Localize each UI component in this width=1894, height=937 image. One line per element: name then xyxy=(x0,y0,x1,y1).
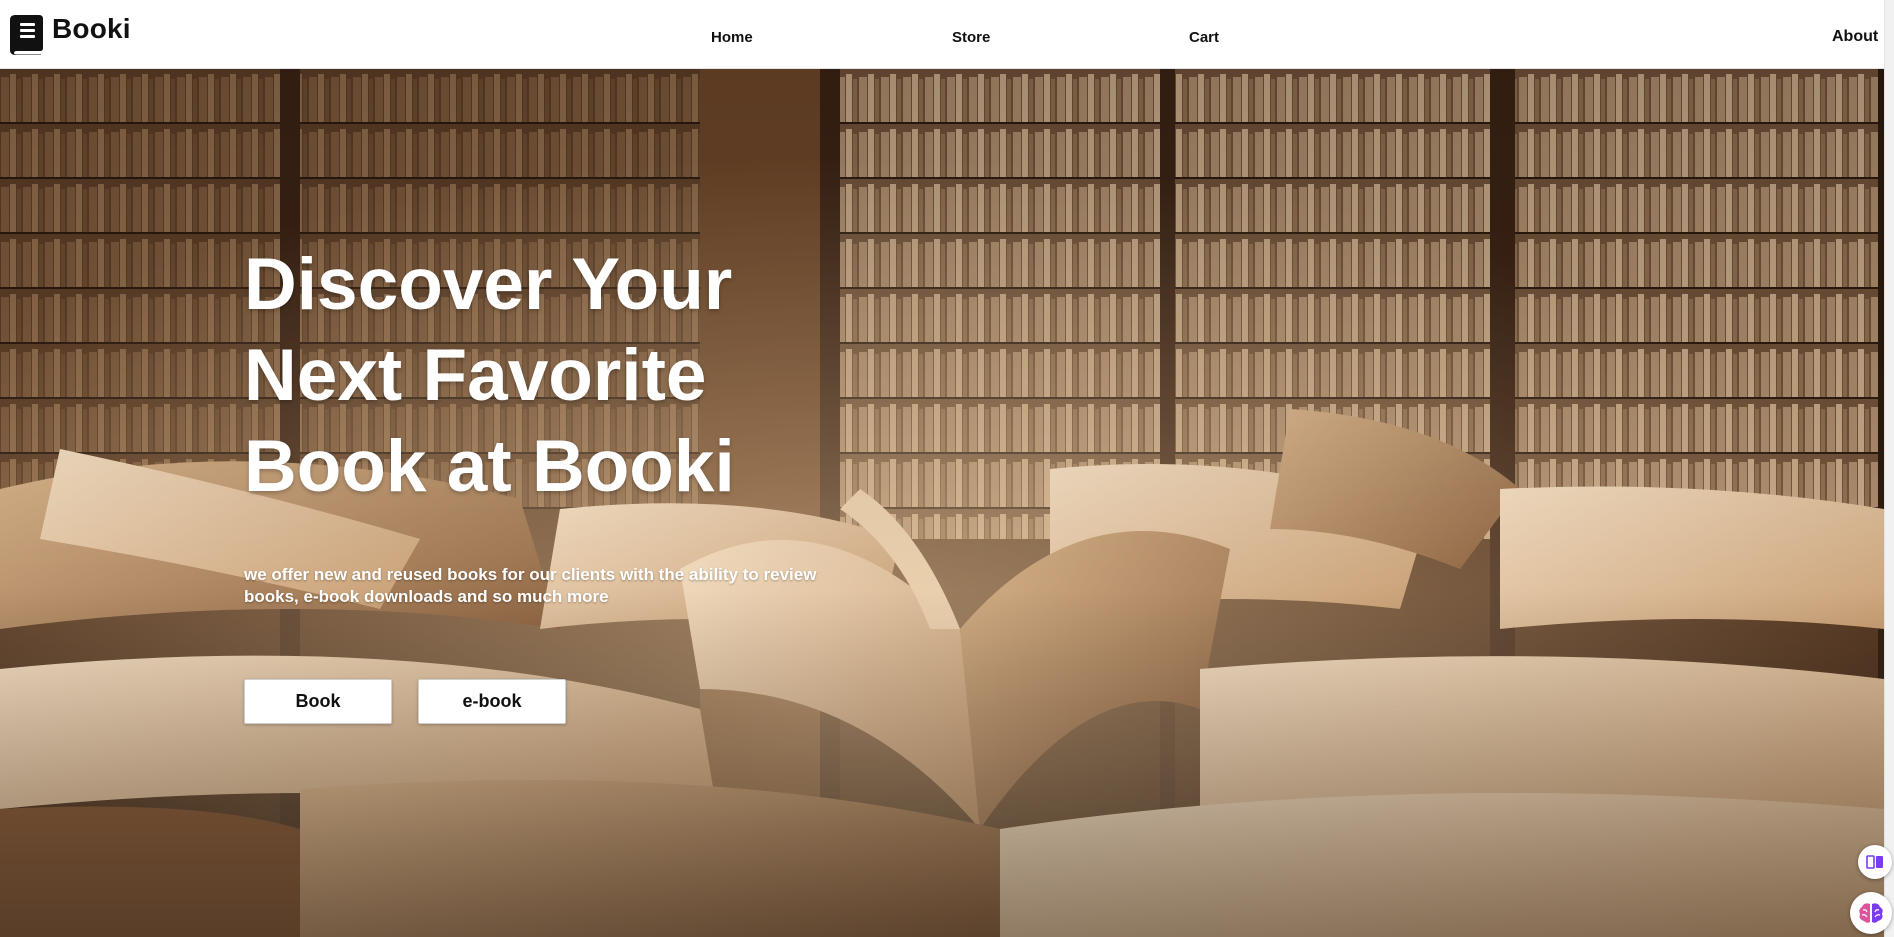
navbar: Booki Home Store Cart About xyxy=(0,0,1884,69)
hero-title-line: Discover Your xyxy=(244,244,733,325)
hero-subtitle: we offer new and reused books for our cl… xyxy=(244,565,817,606)
assistant-widget-button[interactable] xyxy=(1850,892,1892,934)
page-scrollbar[interactable] xyxy=(1884,0,1894,937)
brand-name: Booki xyxy=(52,13,131,44)
ebook-button[interactable]: e-book xyxy=(418,679,566,724)
nav-cart-link[interactable]: Cart xyxy=(1189,29,1219,47)
book-reader-icon xyxy=(1866,855,1883,869)
hero-title-line: Next Favorite xyxy=(244,335,707,416)
brand-logo-link[interactable]: Booki xyxy=(9,13,131,55)
nav-about-link[interactable]: About xyxy=(1832,28,1878,46)
brain-icon xyxy=(1859,903,1883,923)
hero-title-line: Book at Booki xyxy=(244,426,735,507)
nav-store-link[interactable]: Store xyxy=(952,29,990,47)
hero-section: Discover Your Next Favorite Book at Book… xyxy=(0,69,1884,937)
book-button[interactable]: Book xyxy=(244,679,392,724)
nav-home-link[interactable]: Home xyxy=(711,29,753,47)
hero-title: Discover Your Next Favorite Book at Book… xyxy=(244,239,844,512)
reader-widget-button[interactable] xyxy=(1858,845,1892,879)
book-icon xyxy=(10,14,43,55)
